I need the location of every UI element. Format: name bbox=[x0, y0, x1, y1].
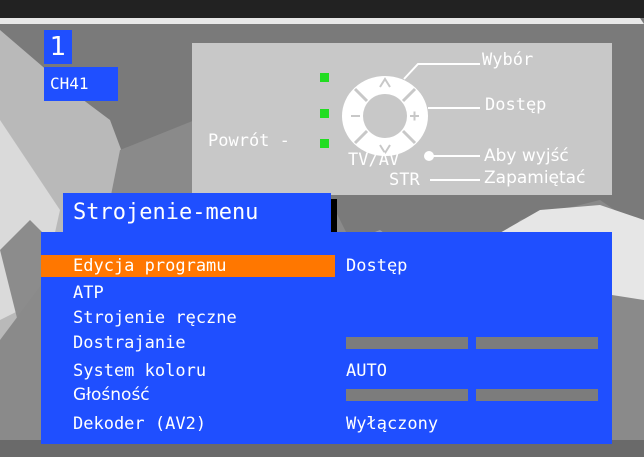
fine-tuning-bar-right[interactable] bbox=[476, 337, 598, 349]
fine-tuning-bar-left[interactable] bbox=[346, 337, 468, 349]
menu-item-label: Edycja programu bbox=[73, 256, 227, 276]
tuning-menu: Edycja programu Dostęp ATP Strojenie ręc… bbox=[41, 232, 612, 444]
menu-item-value: Dostęp bbox=[346, 256, 408, 276]
exit-label: Aby wyjść bbox=[484, 146, 569, 166]
channel-name: CH41 bbox=[44, 67, 118, 101]
channel-number: 1 bbox=[44, 30, 72, 64]
menu-item-fine-tuning[interactable]: Dostrajanie bbox=[41, 332, 612, 354]
menu-item-decoder[interactable]: Dekoder (AV2) Wyłączony bbox=[41, 413, 612, 435]
menu-title: Strojenie-menu bbox=[73, 200, 259, 225]
menu-item-label: Głośność bbox=[73, 385, 150, 405]
menu-item-label: System koloru bbox=[73, 361, 207, 381]
menu-item-value: Wyłączony bbox=[346, 414, 439, 434]
menu-item-value: AUTO bbox=[346, 361, 387, 381]
menu-item-color-system[interactable]: System koloru AUTO bbox=[41, 360, 612, 382]
volume-bar-left[interactable] bbox=[346, 389, 468, 401]
exit-source-label: TV/AV bbox=[348, 150, 400, 170]
select-label: Wybór bbox=[482, 50, 534, 70]
led-indicator-2 bbox=[320, 109, 329, 118]
menu-title-box: Strojenie-menu bbox=[63, 193, 331, 237]
menu-item-volume[interactable]: Głośność bbox=[41, 384, 612, 406]
back-label: Powrót - bbox=[208, 131, 290, 151]
store-label: Zapamiętać bbox=[484, 168, 586, 188]
menu-item-label: Strojenie ręczne bbox=[73, 308, 237, 328]
menu-item-program-edit[interactable]: Edycja programu Dostęp bbox=[41, 255, 612, 277]
store-source-label: STR bbox=[389, 170, 420, 190]
access-label: Dostęp bbox=[485, 95, 547, 115]
menu-item-label: Dekoder (AV2) bbox=[73, 414, 207, 434]
menu-item-label: Dostrajanie bbox=[73, 333, 186, 353]
led-indicator-3 bbox=[320, 139, 329, 148]
led-indicator-1 bbox=[320, 73, 329, 82]
menu-item-manual-tuning[interactable]: Strojenie ręczne bbox=[41, 307, 612, 329]
menu-item-label: ATP bbox=[73, 283, 104, 303]
menu-item-atp[interactable]: ATP bbox=[41, 282, 612, 304]
remote-help-panel: Wybór Dostęp Powrót - TV/AV Aby wyjść ST… bbox=[192, 43, 612, 195]
volume-bar-right[interactable] bbox=[476, 389, 598, 401]
